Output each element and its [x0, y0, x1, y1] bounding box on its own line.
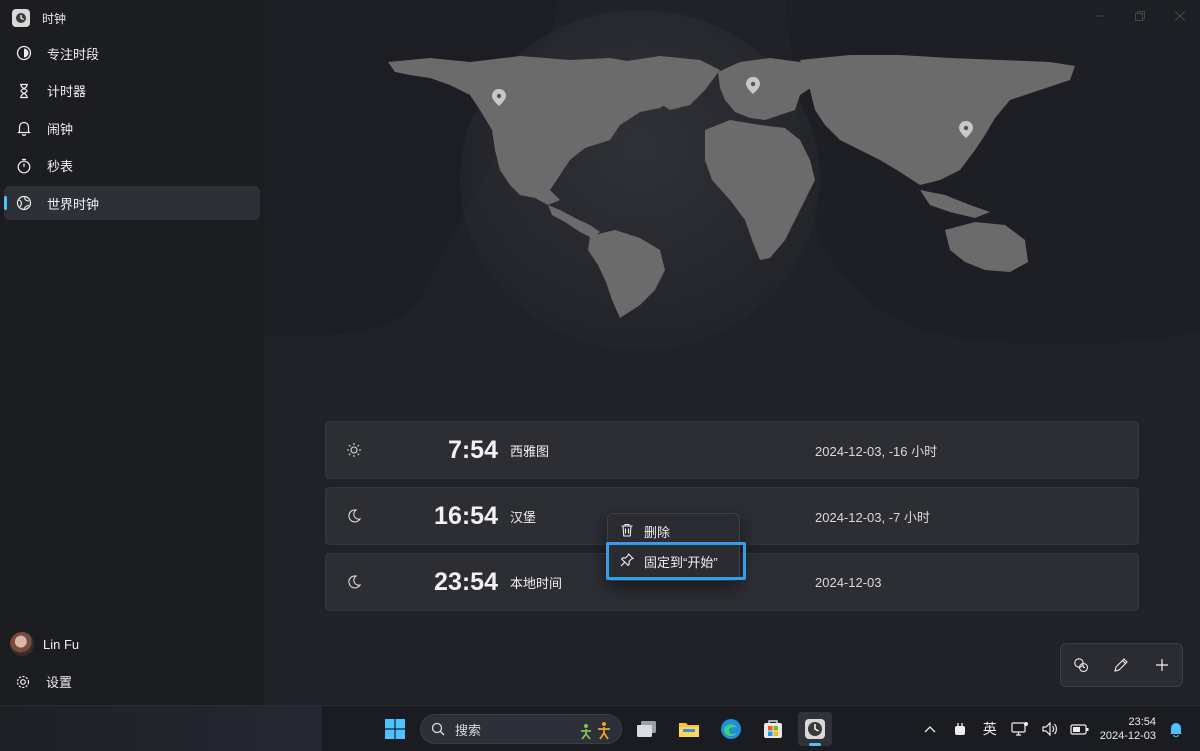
clock-time: 7:54 [447, 435, 498, 464]
chevron-up-icon[interactable] [920, 719, 940, 739]
compare-clocks-icon [1074, 658, 1089, 673]
nav-list: 专注时段 计时器 闹钟 秒表 世界时钟 [4, 36, 260, 224]
clock-date: 2024-12-03, -7 小时 [815, 509, 930, 525]
pencil-icon [1114, 658, 1129, 672]
store-button[interactable] [756, 712, 790, 746]
system-tray: 英 23:54 2024-12-03 [920, 706, 1186, 751]
highlight-box [606, 542, 746, 580]
context-menu-delete-label: 删除 [644, 524, 671, 540]
network-icon[interactable] [1010, 719, 1030, 739]
taskbar-clock[interactable]: 23:54 2024-12-03 [1100, 715, 1156, 743]
taskbar-time: 23:54 [1128, 715, 1156, 728]
clock-city: 汉堡 [510, 509, 537, 525]
windows-logo-icon [385, 719, 405, 739]
taskbar-widgets-area [0, 706, 322, 751]
clock-app-icon [12, 9, 30, 27]
notification-bell-icon[interactable] [1166, 719, 1186, 739]
app-title: 时钟 [42, 11, 67, 26]
settings-label: 设置 [46, 675, 73, 690]
sidebar-item-timer[interactable]: 计时器 [4, 74, 260, 108]
sidebar-item-focus[interactable]: 专注时段 [4, 36, 260, 70]
trash-icon [620, 523, 634, 540]
sidebar-item-stopwatch[interactable]: 秒表 [4, 149, 260, 183]
folder-icon [679, 723, 699, 737]
world-map [264, 0, 1200, 400]
clock-time: 23:54 [434, 567, 498, 596]
bell-icon [15, 119, 33, 137]
sidebar: 时钟 专注时段 计时器 闹钟 秒表 世界时钟 Lin Fu 设置 [0, 0, 264, 705]
gear-icon [14, 673, 32, 691]
taskbar-date: 2024-12-03 [1099, 729, 1156, 742]
focus-icon [15, 44, 33, 62]
settings-button[interactable]: 设置 [14, 672, 72, 691]
taskbar-search[interactable]: 搜索 [420, 714, 622, 744]
ime-indicator[interactable]: 英 [980, 719, 1000, 739]
user-name: Lin Fu [43, 636, 80, 652]
clock-date: 2024-12-03, -16 小时 [815, 443, 938, 459]
clock-app-taskbar-button[interactable] [798, 712, 832, 746]
search-icon [431, 722, 445, 736]
clock-city: 西雅图 [510, 443, 550, 459]
world-map-graphic [264, 0, 1200, 350]
sidebar-item-world-clock[interactable]: 世界时钟 [4, 186, 260, 221]
file-explorer-button[interactable] [672, 712, 706, 746]
moon-icon [346, 574, 362, 590]
hourglass-icon [15, 82, 33, 100]
plus-icon [1155, 659, 1168, 671]
add-city-button[interactable] [1146, 649, 1178, 681]
app-title-bar: 时钟 [12, 8, 66, 28]
sidebar-item-label: 专注时段 [47, 46, 100, 62]
world-clock-toolbar [1060, 643, 1183, 687]
sun-icon [346, 442, 362, 458]
clock-date: 2024-12-03 [815, 574, 882, 590]
stopwatch-icon [15, 157, 33, 175]
compare-button[interactable] [1065, 649, 1097, 681]
sidebar-item-label: 闹钟 [47, 121, 74, 137]
task-view-button[interactable] [630, 712, 664, 746]
taskbar-apps: 搜索 [378, 712, 832, 746]
start-button[interactable] [378, 712, 412, 746]
clock-time: 16:54 [434, 501, 498, 530]
volume-icon[interactable] [1040, 719, 1060, 739]
moon-icon [346, 508, 362, 524]
sidebar-item-label: 世界时钟 [47, 196, 100, 212]
taskbar: 搜索 英 23:54 2024-12-03 [0, 705, 1200, 751]
sidebar-item-alarm[interactable]: 闹钟 [4, 111, 260, 145]
search-highlight-icon [579, 720, 613, 743]
sidebar-item-label: 秒表 [47, 159, 74, 175]
clock-app-icon [805, 719, 825, 739]
store-icon [764, 720, 782, 738]
avatar [10, 632, 34, 656]
app-tray-icon[interactable] [950, 719, 970, 739]
sidebar-item-label: 计时器 [47, 84, 87, 100]
task-view-icon [637, 721, 656, 737]
edge-browser-button[interactable] [714, 712, 748, 746]
edit-button[interactable] [1105, 649, 1137, 681]
battery-icon[interactable] [1070, 719, 1090, 739]
user-account[interactable]: Lin Fu [10, 632, 79, 656]
edge-icon [721, 719, 741, 739]
clock-city: 本地时间 [510, 575, 563, 591]
globe-icon [15, 194, 33, 212]
search-placeholder: 搜索 [455, 722, 482, 738]
clock-row-seattle[interactable]: 7:54 西雅图 2024-12-03, -16 小时 [325, 421, 1139, 479]
